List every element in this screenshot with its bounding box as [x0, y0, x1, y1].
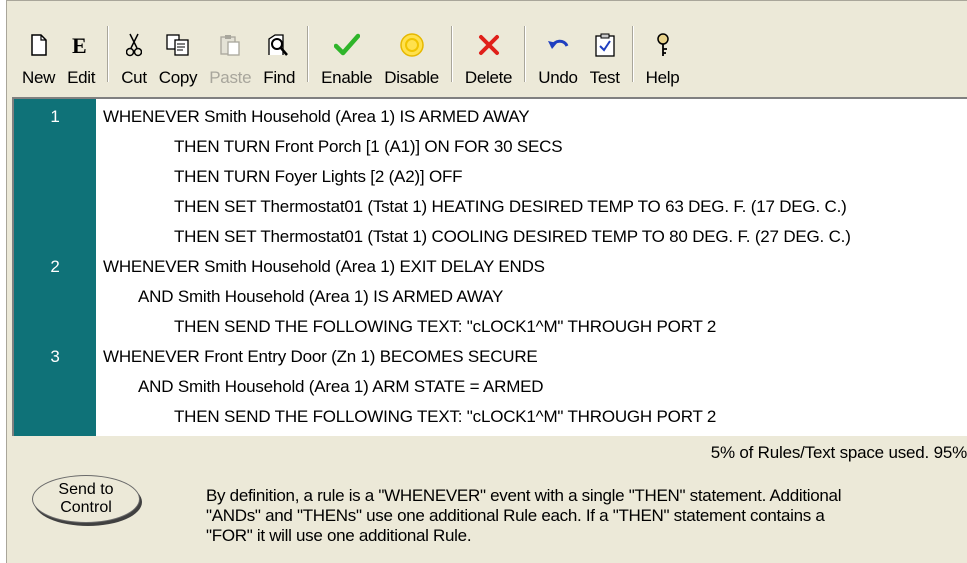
- rule-line[interactable]: THEN SEND THE FOLLOWING TEXT: "cLOCK1^M"…: [14, 402, 967, 432]
- edit-button[interactable]: E Edit: [61, 18, 101, 88]
- rule-line[interactable]: THEN SET Thermostat01 (Tstat 1) HEATING …: [14, 192, 967, 222]
- rule-line[interactable]: 1 WHENEVER Smith Household (Area 1) IS A…: [14, 102, 967, 132]
- paste-button[interactable]: Paste: [203, 18, 257, 88]
- help-button[interactable]: Help: [640, 18, 686, 88]
- test-button[interactable]: Test: [584, 18, 626, 88]
- edit-button-label: Edit: [67, 68, 96, 87]
- send-to-control-button[interactable]: Send to Control: [26, 470, 146, 528]
- copy-button[interactable]: Copy: [153, 18, 204, 88]
- rule-text: WHENEVER Front Entry Door (Zn 1) BECOMES…: [103, 347, 538, 366]
- new-document-icon: [30, 28, 47, 62]
- svg-text:E: E: [72, 34, 86, 56]
- undo-button[interactable]: Undo: [532, 18, 583, 88]
- cut-button-label: Cut: [121, 68, 147, 87]
- rule-number: 2: [50, 257, 60, 276]
- find-button-label: Find: [263, 68, 296, 87]
- toolbar-separator: [524, 26, 527, 82]
- rule-line[interactable]: 3 WHENEVER Front Entry Door (Zn 1) BECOM…: [14, 342, 967, 372]
- send-button-line2: Control: [60, 499, 112, 516]
- copy-icon: [166, 28, 190, 62]
- delete-button[interactable]: Delete: [459, 18, 518, 88]
- edit-icon: E: [71, 28, 91, 62]
- enable-button-label: Enable: [321, 68, 373, 87]
- rule-text: WHENEVER Smith Household (Area 1) EXIT D…: [103, 257, 545, 276]
- note-line: By definition, a rule is a "WHENEVER" ev…: [206, 486, 842, 505]
- send-button-line1: Send to: [58, 481, 114, 498]
- send-to-control-oval: Send to Control: [32, 475, 140, 523]
- toolbar-separator: [307, 26, 310, 82]
- undo-icon: [546, 28, 570, 62]
- toolbar-separator: [631, 26, 634, 82]
- find-icon: [267, 28, 291, 62]
- rule-text: THEN SET Thermostat01 (Tstat 1) HEATING …: [174, 197, 847, 216]
- toolbar-separator: [450, 26, 453, 82]
- rules-definition-note: By definition, a rule is a "WHENEVER" ev…: [206, 486, 967, 546]
- scissors-icon: [125, 28, 142, 62]
- rule-number: 3: [50, 347, 60, 366]
- rule-line[interactable]: AND Smith Household (Area 1) IS ARMED AW…: [14, 282, 967, 312]
- find-button[interactable]: Find: [257, 18, 301, 88]
- test-icon: [595, 28, 615, 62]
- rule-line[interactable]: 2 WHENEVER Smith Household (Area 1) EXIT…: [14, 252, 967, 282]
- rule-text: AND Smith Household (Area 1) IS ARMED AW…: [138, 287, 504, 306]
- rule-text: THEN SEND THE FOLLOWING TEXT: "cLOCK1^M"…: [174, 317, 717, 336]
- toolbar-separator: [107, 26, 110, 82]
- rule-line[interactable]: THEN TURN Front Porch [1 (A1)] ON FOR 30…: [14, 132, 967, 162]
- checkmark-icon: [333, 28, 360, 62]
- rule-line[interactable]: THEN SET Thermostat01 (Tstat 1) COOLING …: [14, 222, 967, 252]
- toolbar: New E Edit Cut Copy Paste Find Enable Di…: [16, 8, 961, 88]
- new-button[interactable]: New: [16, 18, 61, 88]
- note-line: "ANDs" and "THENs" use one additional Ru…: [206, 506, 825, 525]
- rule-number: 1: [50, 107, 60, 126]
- paste-icon: [219, 28, 241, 62]
- disable-button-label: Disable: [384, 68, 439, 87]
- undo-button-label: Undo: [538, 68, 578, 87]
- disable-button[interactable]: Disable: [378, 18, 445, 88]
- help-button-label: Help: [645, 68, 680, 87]
- copy-button-label: Copy: [158, 68, 198, 87]
- enable-button[interactable]: Enable: [315, 18, 378, 88]
- rule-text: THEN TURN Foyer Lights [2 (A2)] OFF: [174, 167, 463, 186]
- rule-text: THEN SET Thermostat01 (Tstat 1) COOLING …: [174, 227, 851, 246]
- help-icon: [654, 28, 672, 62]
- rules-list[interactable]: 1 WHENEVER Smith Household (Area 1) IS A…: [12, 97, 967, 436]
- new-button-label: New: [22, 68, 56, 87]
- rule-line[interactable]: AND Smith Household (Area 1) ARM STATE =…: [14, 372, 967, 402]
- test-button-label: Test: [589, 68, 620, 87]
- delete-button-label: Delete: [464, 68, 513, 87]
- rule-line[interactable]: THEN SEND THE FOLLOWING TEXT: "cLOCK1^M"…: [14, 312, 967, 342]
- disable-icon: [399, 28, 425, 62]
- rule-text: THEN TURN Front Porch [1 (A1)] ON FOR 30…: [174, 137, 563, 156]
- note-line: "FOR" it will use one additional Rule.: [206, 526, 472, 545]
- rule-text: AND Smith Household (Area 1) ARM STATE =…: [138, 377, 544, 396]
- rule-text: THEN SEND THE FOLLOWING TEXT: "cLOCK1^M"…: [174, 407, 717, 426]
- paste-button-label: Paste: [209, 68, 252, 87]
- cut-button[interactable]: Cut: [115, 18, 153, 88]
- delete-x-icon: [478, 28, 500, 62]
- rule-line[interactable]: THEN TURN Foyer Lights [2 (A2)] OFF: [14, 162, 967, 192]
- space-usage-status: 5% of Rules/Text space used. 95%: [710, 443, 967, 462]
- rule-text: WHENEVER Smith Household (Area 1) IS ARM…: [103, 107, 530, 126]
